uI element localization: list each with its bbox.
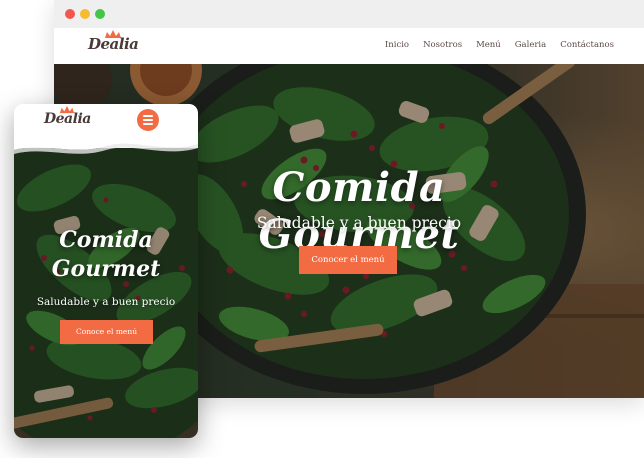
nav-link-nosotros[interactable]: Nosotros: [423, 40, 462, 50]
nav-link-galeria[interactable]: Galeria: [515, 40, 546, 50]
main-nav: Inicio Nosotros Menú Galeria Contáctanos: [371, 40, 614, 50]
mobile-hero-overlay: [14, 148, 198, 438]
minimize-window-button[interactable]: [80, 9, 90, 19]
mobile-hero-title-line1: Comida: [59, 227, 153, 253]
nav-link-contactanos[interactable]: Contáctanos: [560, 40, 614, 50]
mobile-hero-section: [14, 148, 198, 438]
mobile-view-menu-button[interactable]: Conoce el menú: [60, 320, 153, 344]
nav-link-menu[interactable]: Menú: [476, 40, 501, 50]
maximize-window-button[interactable]: [95, 9, 105, 19]
site-header: Dealia Inicio Nosotros Menú Galeria Cont…: [54, 28, 644, 64]
mobile-hero-title-line2: Gourmet: [51, 256, 161, 282]
logo-wordmark: Dealia: [44, 111, 91, 127]
mobile-mockup: Dealia Comida Gourmet Saludable y a buen…: [14, 104, 198, 438]
hero-subtitle: Saludable y a buen precio: [256, 214, 462, 232]
mobile-hero-subtitle: Saludable y a buen precio: [36, 296, 176, 308]
mobile-site-logo[interactable]: Dealia: [44, 106, 91, 126]
site-logo[interactable]: Dealia: [88, 30, 139, 53]
logo-wordmark: Dealia: [88, 35, 139, 53]
nav-link-inicio[interactable]: Inicio: [385, 40, 409, 50]
header-wave-divider: [14, 134, 198, 154]
close-window-button[interactable]: [65, 9, 75, 19]
hamburger-menu-button[interactable]: [137, 109, 159, 131]
view-menu-button[interactable]: Conocer el menú: [299, 246, 397, 274]
browser-toolbar: [54, 0, 644, 29]
hamburger-icon: [143, 115, 153, 118]
hero-title: Comida Gourmet: [258, 164, 460, 258]
